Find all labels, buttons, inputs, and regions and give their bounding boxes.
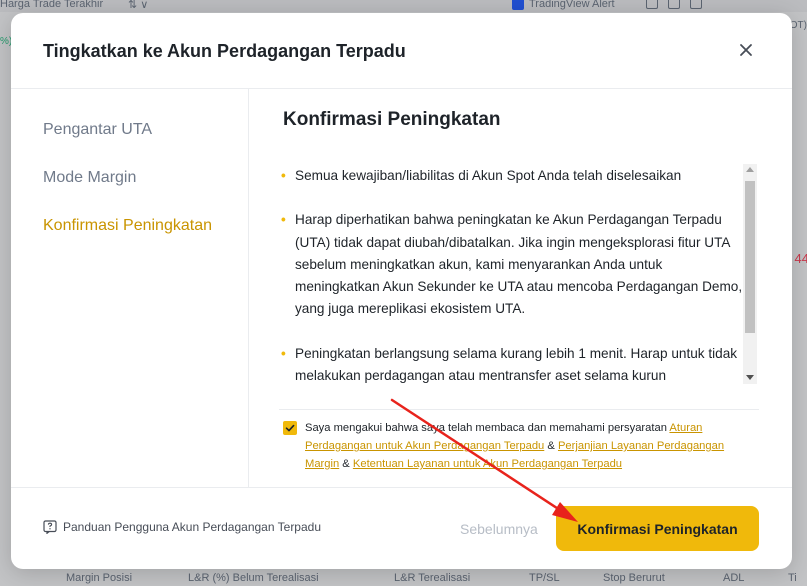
link-terms-of-service[interactable]: Ketentuan Layanan untuk Akun Perdagangan… bbox=[353, 458, 622, 470]
scroll-down-arrow-icon[interactable] bbox=[746, 375, 754, 380]
upgrade-uta-modal: Tingkatkan ke Akun Perdagangan Terpadu P… bbox=[11, 13, 792, 569]
steps-sidebar: Pengantar UTA Mode Margin Konfirmasi Pen… bbox=[11, 89, 249, 487]
modal-title: Tingkatkan ke Akun Perdagangan Terpadu bbox=[43, 41, 406, 61]
bullet-dot: • bbox=[281, 168, 286, 183]
question-icon bbox=[43, 520, 57, 534]
content-divider bbox=[279, 409, 759, 410]
bullet-dot: • bbox=[281, 345, 286, 361]
scrollbar-thumb[interactable] bbox=[745, 181, 755, 333]
step-margin-mode[interactable]: Mode Margin bbox=[43, 169, 136, 187]
terms-scroll-area[interactable]: • Semua kewajiban/liabilitas di Akun Spo… bbox=[279, 163, 747, 386]
agreement-checkbox[interactable] bbox=[283, 421, 297, 435]
close-icon[interactable] bbox=[736, 40, 756, 60]
bullet-dot: • bbox=[281, 212, 286, 228]
footer-divider bbox=[11, 487, 792, 488]
user-guide-link[interactable]: Panduan Pengguna Akun Perdagangan Terpad… bbox=[43, 520, 321, 534]
step-intro-uta[interactable]: Pengantar UTA bbox=[43, 121, 152, 139]
agreement-text: Saya mengakui bahwa saya telah membaca d… bbox=[305, 422, 725, 470]
agreement-row: Saya mengakui bahwa saya telah membaca d… bbox=[283, 419, 753, 473]
confirm-upgrade-button[interactable]: Konfirmasi Peningkatan bbox=[556, 506, 759, 551]
check-icon bbox=[285, 424, 295, 432]
terms-scrollbar[interactable] bbox=[743, 164, 757, 384]
scroll-up-arrow-icon[interactable] bbox=[746, 167, 754, 172]
list-item: • Peningkatan berlangsung selama kurang … bbox=[279, 343, 747, 386]
list-item: • Semua kewajiban/liabilitas di Akun Spo… bbox=[279, 165, 747, 187]
step-upgrade-confirmation[interactable]: Konfirmasi Peningkatan bbox=[43, 217, 212, 235]
list-item: • Harap diperhatikan bahwa peningkatan k… bbox=[279, 209, 747, 320]
previous-button[interactable]: Sebelumnya bbox=[460, 521, 538, 537]
content-title: Konfirmasi Peningkatan bbox=[283, 109, 501, 130]
